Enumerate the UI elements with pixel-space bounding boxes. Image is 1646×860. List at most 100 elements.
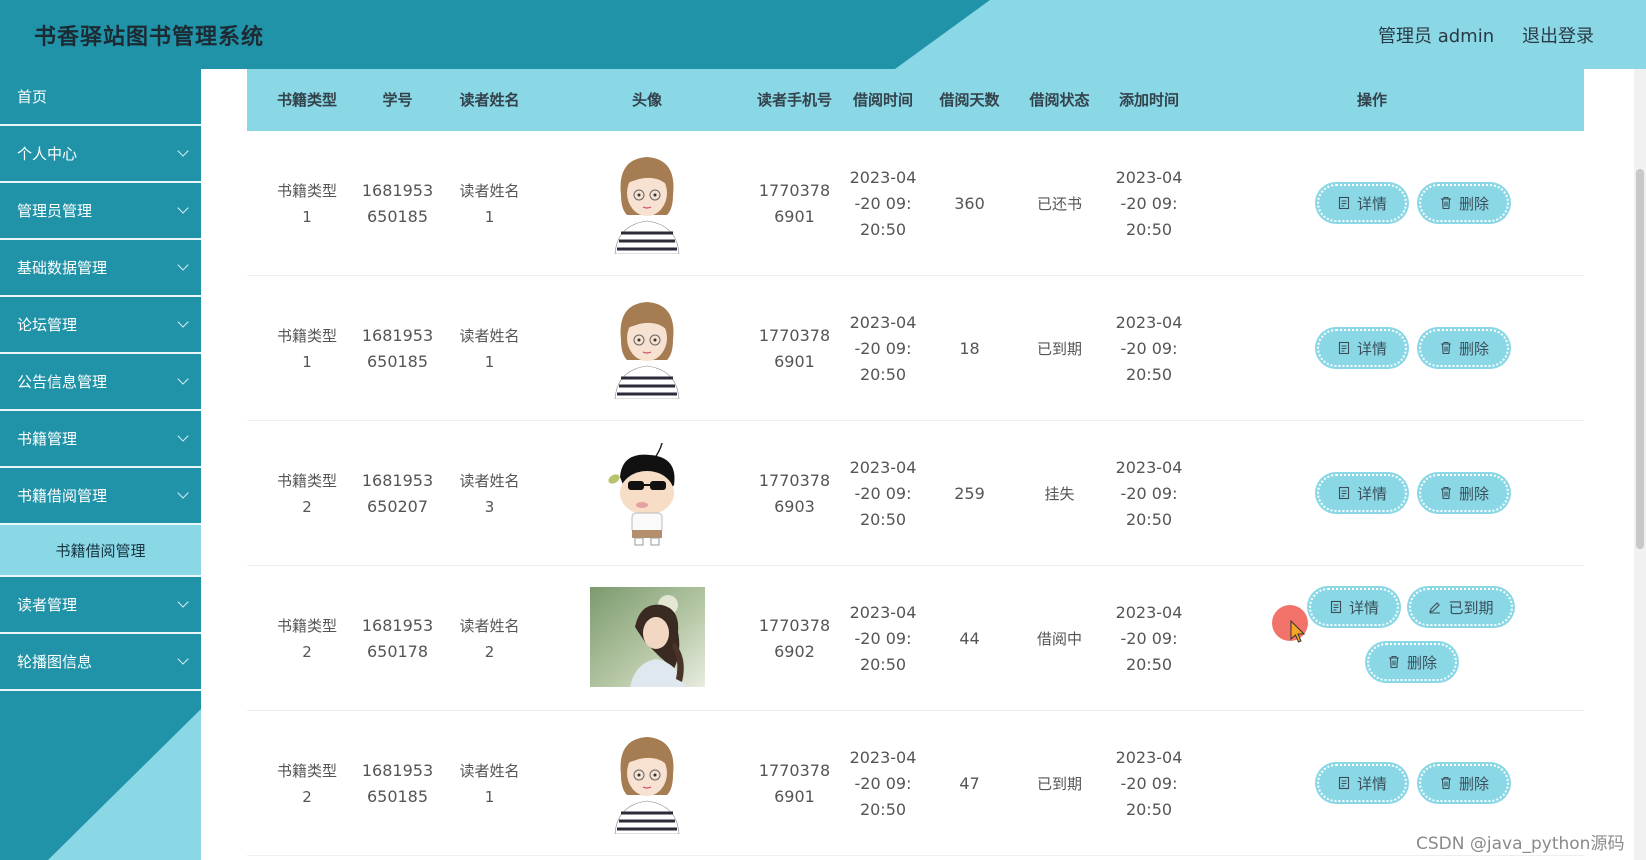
cell-borrow-time: 2023-04 -20 09: 20:50 xyxy=(849,167,917,239)
chevron-down-icon xyxy=(177,202,189,214)
cell-borrow-time: 2023-04 -20 09: 20:50 xyxy=(849,457,917,529)
detail-button[interactable]: 详情 xyxy=(1317,764,1407,802)
chevron-down-icon xyxy=(177,430,189,442)
cell-reader-name: 读者姓名 2 xyxy=(459,616,520,661)
detail-button[interactable]: 详情 xyxy=(1309,588,1399,626)
table-row: 书籍类型 1 1681953 650185 读者姓名 1 1770378 6901 2023-0… xyxy=(247,276,1584,421)
cell-borrow-days: 18 xyxy=(959,338,980,358)
cell-borrow-days: 47 xyxy=(959,773,980,793)
cell-added-time: 2023-04 -20 09: 20:50 xyxy=(1115,747,1183,819)
delete-button[interactable]: 删除 xyxy=(1419,329,1509,367)
delete-button[interactable]: 删除 xyxy=(1419,474,1509,512)
cell-borrow-time: 2023-04 -20 09: 20:50 xyxy=(849,747,917,819)
avatar xyxy=(602,437,692,551)
document-icon xyxy=(1338,196,1350,210)
delete-button[interactable]: 删除 xyxy=(1367,643,1457,681)
page-scrollbar[interactable] xyxy=(1634,69,1646,860)
cell-reader-name: 读者姓名 3 xyxy=(459,471,520,516)
button-label: 删除 xyxy=(1458,194,1489,213)
cell-borrow-status: 已到期 xyxy=(1036,774,1082,793)
trash-icon xyxy=(1440,486,1451,500)
sidebar-item-a0[interactable]: 读者管理 xyxy=(0,577,201,634)
document-icon xyxy=(1338,341,1350,355)
sidebar-item-label: 书籍借阅管理 xyxy=(17,487,108,505)
chevron-down-icon xyxy=(177,373,189,385)
mark-expired-button[interactable]: 已到期 xyxy=(1409,588,1513,626)
chevron-down-icon xyxy=(177,259,189,271)
trash-icon xyxy=(1440,776,1451,790)
cell-added-time: 2023-04 -20 09: 20:50 xyxy=(1115,312,1183,384)
cell-student-id: 1681953 650185 xyxy=(361,180,434,226)
sidebar-item-label: 管理员管理 xyxy=(17,202,93,220)
cell-avatar xyxy=(577,421,717,566)
sidebar-item-1[interactable]: 个人中心 xyxy=(0,126,201,183)
mouse-cursor-icon xyxy=(1290,620,1306,643)
cell-borrow-days: 360 xyxy=(954,193,985,213)
detail-button[interactable]: 详情 xyxy=(1317,184,1407,222)
button-label: 详情 xyxy=(1348,598,1379,617)
cell-added-time: 2023-04 -20 09: 20:50 xyxy=(1115,457,1183,529)
chevron-down-icon xyxy=(177,145,189,157)
sidebar-item-3[interactable]: 基础数据管理 xyxy=(0,240,201,297)
table-row: 书籍类型 2 1681953 650185 读者姓名 1 1770378 6901 2023-0… xyxy=(247,711,1584,856)
cell-student-id: 1681953 650178 xyxy=(361,615,434,661)
cell-added-time: 2023-04 -20 09: 20:50 xyxy=(1115,602,1183,674)
table-header: 书籍类型 学号 读者姓名 头像 读者手机号 借阅时间 借阅天数 借阅状态 添加时间 操作 xyxy=(247,69,1584,131)
trash-icon xyxy=(1440,341,1451,355)
column-header: 头像 xyxy=(631,90,662,109)
sidebar-item-label: 首页 xyxy=(17,88,48,106)
sidebar-item-6[interactable]: 书籍管理 xyxy=(0,411,201,468)
chevron-down-icon xyxy=(177,487,189,499)
sidebar: 首页 个人中心 管理员管理 基础数据管理 论坛管理 公告信息管理 书籍管理 书籍借阅管理 书籍借… xyxy=(0,69,201,860)
avatar xyxy=(607,294,687,403)
cell-avatar xyxy=(577,131,717,276)
cell-book-type: 书籍类型 2 xyxy=(276,471,337,516)
sidebar-item-label: 个人中心 xyxy=(17,145,78,163)
sidebar-item-label: 公告信息管理 xyxy=(17,373,108,391)
column-header: 读者姓名 xyxy=(459,90,520,109)
column-header: 借阅时间 xyxy=(852,90,913,109)
document-icon xyxy=(1338,776,1350,790)
current-user-label: 管理员 admin xyxy=(1378,26,1495,47)
button-label: 删除 xyxy=(1406,653,1437,672)
sidebar-item-7[interactable]: 书籍借阅管理 xyxy=(0,468,201,525)
button-label: 删除 xyxy=(1458,339,1489,358)
button-label: 删除 xyxy=(1458,774,1489,793)
sidebar-item-2[interactable]: 管理员管理 xyxy=(0,183,201,240)
sidebar-item-4[interactable]: 论坛管理 xyxy=(0,297,201,354)
detail-button[interactable]: 详情 xyxy=(1317,474,1407,512)
sidebar-item-a1[interactable]: 轮播图信息 xyxy=(0,634,201,691)
sidebar-item-5[interactable]: 公告信息管理 xyxy=(0,354,201,411)
cell-borrow-days: 44 xyxy=(959,628,980,648)
detail-button[interactable]: 详情 xyxy=(1317,329,1407,367)
document-icon xyxy=(1338,486,1350,500)
sidebar-item-label: 读者管理 xyxy=(17,596,78,614)
button-label: 已到期 xyxy=(1448,598,1494,617)
cell-student-id: 1681953 650185 xyxy=(361,325,434,371)
trash-icon xyxy=(1388,655,1399,669)
cell-borrow-time: 2023-04 -20 09: 20:50 xyxy=(849,602,917,674)
column-header: 学号 xyxy=(382,90,413,109)
delete-button[interactable]: 删除 xyxy=(1419,764,1509,802)
cell-borrow-status: 挂失 xyxy=(1044,484,1075,503)
logout-link[interactable]: 退出登录 xyxy=(1522,22,1594,48)
cell-book-type: 书籍类型 2 xyxy=(276,616,337,661)
edit-icon xyxy=(1429,602,1441,614)
cell-borrow-status: 借阅中 xyxy=(1036,629,1082,648)
avatar xyxy=(589,586,705,691)
sidebar-subitem-active[interactable]: 书籍借阅管理 xyxy=(0,525,201,577)
scrollbar-thumb[interactable] xyxy=(1636,169,1644,549)
sidebar-item-0[interactable]: 首页 xyxy=(0,69,201,126)
cell-phone: 1770378 6901 xyxy=(758,325,831,371)
table-row: 书籍类型 1 1681953 650185 读者姓名 1 1770378 6901 2023-0… xyxy=(247,131,1584,276)
sidebar-decoration xyxy=(48,709,201,860)
delete-button[interactable]: 删除 xyxy=(1419,184,1509,222)
cell-book-type: 书籍类型 1 xyxy=(276,181,337,226)
app-title: 书香驿站图书管理系统 xyxy=(34,25,265,50)
watermark-text: CSDN @java_python源码 xyxy=(1416,834,1625,854)
sidebar-item-label: 轮播图信息 xyxy=(17,653,93,671)
button-label: 详情 xyxy=(1356,774,1387,793)
cell-avatar xyxy=(577,566,717,711)
cell-avatar xyxy=(577,711,717,856)
chevron-down-icon xyxy=(177,316,189,328)
